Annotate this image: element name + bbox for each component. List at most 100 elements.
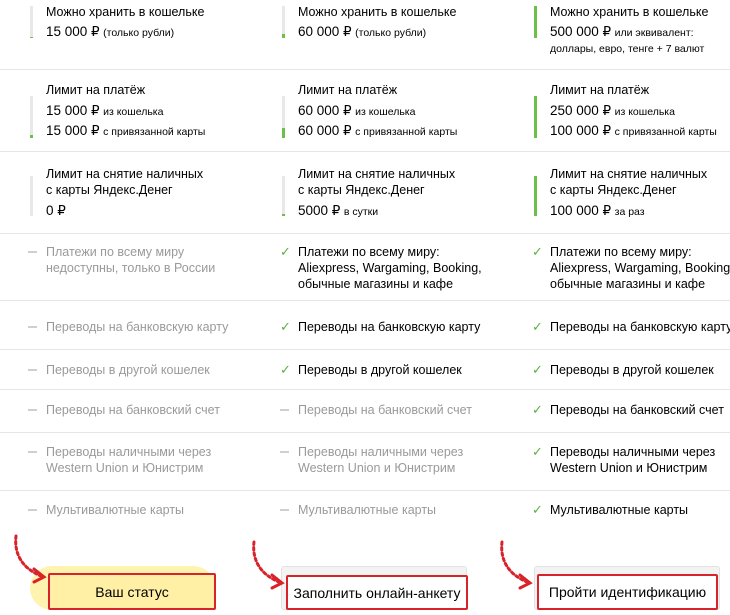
feature-label: Платежи по всему миру: <box>298 245 440 259</box>
payment-limit-bar <box>30 96 33 138</box>
cash-limit-value: 100 000 ₽ за раз <box>550 201 645 222</box>
get-identified-button[interactable]: Пройти идентификацию <box>537 574 718 610</box>
feature-label: обычные магазины и кафе <box>550 277 706 291</box>
card-amount: 100 000 ₽ <box>550 123 612 138</box>
feature-label: Переводы в другой кошелек <box>46 363 210 377</box>
feature-label: Переводы наличными через <box>46 445 212 459</box>
feature-label: Western Union и Юнистрим <box>298 461 456 475</box>
fill-online-form-button[interactable]: Заполнить онлайн-анкету <box>286 575 468 610</box>
feature-label: обычные магазины и кафе <box>298 277 454 291</box>
dash-icon <box>28 326 37 328</box>
feature-cell: Платежи по всему миру недоступны, только … <box>0 234 240 301</box>
dash-icon <box>28 369 37 371</box>
cash-limit-cell: Лимит на снятие наличных с карты Яндекс.Д… <box>252 152 492 234</box>
card-amount: 60 000 ₽ <box>298 123 352 138</box>
cash-limit-fill <box>282 214 285 216</box>
cash-limit-label: Лимит на снятие наличных <box>46 167 204 181</box>
cash-note: в сутки <box>343 206 379 218</box>
wallet-amount: 60 000 ₽ <box>298 103 352 118</box>
feature-cell: Переводы наличными через Western Union и … <box>252 433 492 491</box>
feature-label: Мультивалютные карты <box>46 503 185 517</box>
cash-limit-label-2: с карты Яндекс.Денег <box>298 183 425 197</box>
storage-level-fill <box>534 6 537 38</box>
storage-cell: Можно хранить в кошельке 15 000 ₽ (только… <box>0 0 240 70</box>
cash-limit-bar <box>534 176 537 216</box>
storage-note: (только рубли) <box>103 27 175 39</box>
storage-label: Можно хранить в кошельке <box>550 5 709 19</box>
wallet-amount: 15 000 ₽ <box>46 103 100 118</box>
cash-limit-cell: Лимит на снятие наличных с карты Яндекс.Д… <box>0 152 240 234</box>
feature-row: Платежи по всему миру недоступны, только … <box>0 234 730 301</box>
payment-limit-cell: Лимит на платёж 60 000 ₽ из кошелька 60 00… <box>252 70 492 152</box>
cash-limit-label-2: с карты Яндекс.Денег <box>550 183 677 197</box>
check-icon: ✓ <box>532 444 543 459</box>
check-icon: ✓ <box>280 244 291 259</box>
check-icon: ✓ <box>280 362 291 377</box>
card-note: с привязанной карты <box>614 126 717 138</box>
payment-limit-wallet: 250 000 ₽ из кошелька <box>550 101 675 122</box>
feature-cell: Переводы наличными через Western Union и … <box>0 433 240 491</box>
cash-amount: 0 ₽ <box>46 203 66 218</box>
feature-cell: Мультивалютные карты <box>252 491 492 527</box>
dash-icon <box>280 451 289 453</box>
dash-icon <box>28 409 37 411</box>
cash-limit-bar <box>30 176 33 216</box>
feature-row: Переводы наличными через Western Union и … <box>0 433 730 491</box>
feature-row: Мультивалютные карты Мультивалютные карты… <box>0 491 730 527</box>
your-status-button[interactable]: Ваш статус <box>48 573 216 610</box>
storage-value: 60 000 ₽ (только рубли) <box>298 22 426 43</box>
storage-note: (только рубли) <box>355 27 427 39</box>
storage-level-bar <box>282 6 285 38</box>
cash-limit-value: 5000 ₽ в сутки <box>298 201 378 222</box>
check-icon: ✓ <box>532 362 543 377</box>
wallet-note: из кошелька <box>103 106 164 118</box>
feature-label: Aliexpress, Wargaming, Booking, <box>298 261 482 275</box>
feature-label: Платежи по всему миру <box>46 245 185 259</box>
storage-amount: 15 000 ₽ <box>46 24 100 39</box>
dotted-arrow-icon <box>14 534 47 584</box>
payment-limit-cell: Лимит на платёж 250 000 ₽ из кошелька 100 … <box>504 70 730 152</box>
feature-cell: ✓ Мультивалютные карты <box>504 491 730 527</box>
storage-value: 15 000 ₽ (только рубли) <box>46 22 174 43</box>
feature-label: Мультивалютные карты <box>550 503 689 517</box>
feature-cell: ✓ Переводы на банковскую карту <box>252 301 492 350</box>
dotted-arrow-icon <box>252 540 285 590</box>
storage-level-bar <box>534 6 537 38</box>
card-note: с привязанной карты <box>103 126 206 138</box>
dash-icon <box>28 451 37 453</box>
payment-limit-card: 100 000 ₽ с привязанной карты <box>550 121 717 142</box>
feature-cell: ✓ Переводы наличными через Western Union и… <box>504 433 730 491</box>
payment-limit-card: 60 000 ₽ с привязанной карты <box>298 121 457 142</box>
dash-icon <box>28 509 37 511</box>
feature-cell: Переводы на банковскую карту <box>0 301 240 350</box>
feature-label: Переводы на банковский счет <box>298 403 472 417</box>
feature-cell: Переводы на банковский счет <box>252 390 492 433</box>
feature-label: Western Union и Юнистрим <box>46 461 204 475</box>
cash-limit-label: Лимит на снятие наличных <box>298 167 456 181</box>
payment-limit-wallet: 15 000 ₽ из кошелька <box>46 101 163 122</box>
feature-row: Переводы на банковский счет Переводы на б… <box>0 390 730 433</box>
feature-label: Aliexpress, Wargaming, Booking, <box>550 261 730 275</box>
payment-limit-cell: Лимит на платёж 15 000 ₽ из кошелька 15 00… <box>0 70 240 152</box>
dotted-arrow-icon <box>500 540 533 590</box>
cash-limit-row: Лимит на снятие наличных с карты Яндекс.Д… <box>0 152 730 234</box>
payment-limit-wallet: 60 000 ₽ из кошелька <box>298 101 415 122</box>
feature-label: Переводы на банковский счет <box>46 403 220 417</box>
cash-limit-label-2: с карты Яндекс.Денег <box>46 183 173 197</box>
feature-cell: Мультивалютные карты <box>0 491 240 527</box>
feature-row: Переводы на банковскую карту ✓ Переводы на… <box>0 301 730 350</box>
payment-limit-fill <box>534 96 537 138</box>
storage-level-fill <box>282 34 285 38</box>
card-note: с привязанной карты <box>355 126 458 138</box>
check-icon: ✓ <box>532 319 543 334</box>
payment-limit-fill <box>30 135 33 138</box>
storage-amount: 60 000 ₽ <box>298 24 352 39</box>
feature-label: Переводы на банковскую карту <box>46 320 229 334</box>
check-icon: ✓ <box>532 244 543 259</box>
check-icon: ✓ <box>532 402 543 417</box>
payment-limit-bar <box>534 96 537 138</box>
payment-limit-bar <box>282 96 285 138</box>
storage-amount: 500 000 ₽ <box>550 24 612 39</box>
cash-limit-bar <box>282 176 285 216</box>
storage-cell: Можно хранить в кошельке 60 000 ₽ (только… <box>252 0 492 70</box>
